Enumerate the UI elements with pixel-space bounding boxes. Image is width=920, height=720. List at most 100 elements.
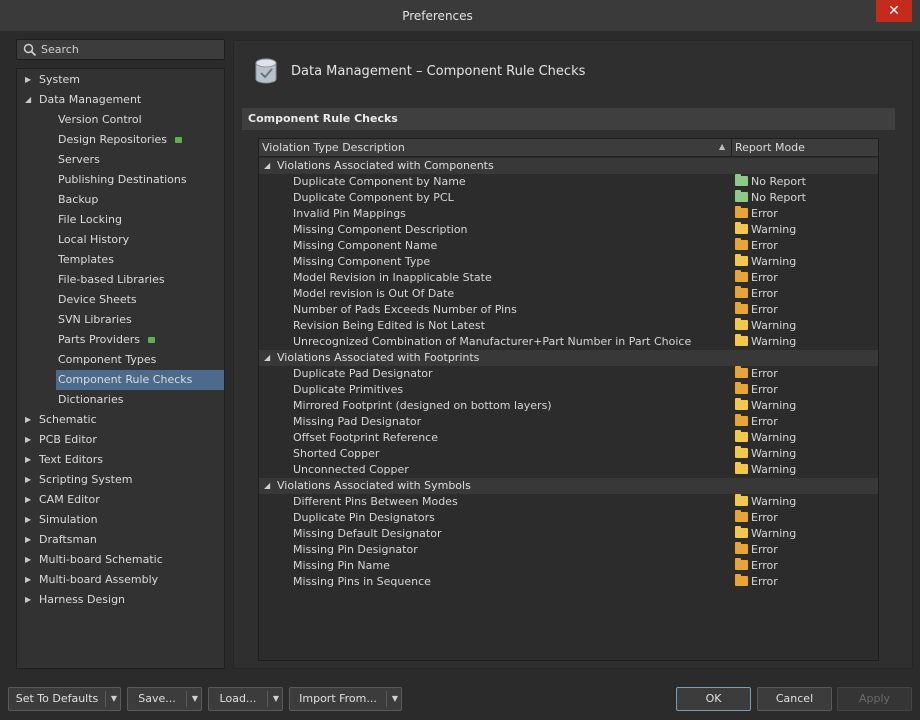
tree-item[interactable]: ▶ Schematic (17, 410, 224, 430)
rule-row[interactable]: Missing Pin Designator Error (259, 542, 878, 558)
rule-row[interactable]: Unrecognized Combination of Manufacturer… (259, 334, 878, 350)
column-header-description[interactable]: Violation Type Description (262, 141, 405, 154)
tree-item[interactable]: ▶ Draftsman (17, 530, 224, 550)
rule-row[interactable]: Unconnected Copper Warning (259, 462, 878, 478)
tree-item[interactable]: Templates (56, 250, 224, 270)
tree-item[interactable]: File Locking (56, 210, 224, 230)
rule-row[interactable]: Duplicate Pad Designator Error (259, 366, 878, 382)
tree-item[interactable]: ◢ Data Management (17, 90, 224, 110)
set-to-defaults-button[interactable]: Set To Defaults ▼ (8, 687, 121, 711)
group-row[interactable]: ◢ Violations Associated with Footprints (259, 350, 878, 366)
report-mode-cell[interactable]: Error (735, 382, 778, 398)
rule-row[interactable]: Invalid Pin Mappings Error (259, 206, 878, 222)
tree-item[interactable]: Version Control (56, 110, 224, 130)
search-input[interactable]: Search (16, 39, 225, 60)
report-mode-cell[interactable]: No Report (735, 190, 806, 206)
report-mode-cell[interactable]: Error (735, 302, 778, 318)
report-mode-cell[interactable]: Warning (735, 494, 796, 510)
rule-row[interactable]: Missing Component Name Error (259, 238, 878, 254)
report-mode-cell[interactable]: Error (735, 366, 778, 382)
expand-arrow-icon[interactable]: ▶ (25, 470, 35, 490)
chevron-down-icon[interactable]: ▼ (188, 688, 202, 710)
tree-item[interactable]: Design Repositories (56, 130, 224, 150)
report-mode-cell[interactable]: Error (735, 414, 778, 430)
tree-item[interactable]: ▶ PCB Editor (17, 430, 224, 450)
tree-item[interactable]: File-based Libraries (56, 270, 224, 290)
ok-button[interactable]: OK (676, 687, 751, 711)
load-button[interactable]: Load... ▼ (208, 687, 283, 711)
column-header-mode[interactable]: Report Mode (735, 141, 805, 154)
rule-row[interactable]: Missing Pin Name Error (259, 558, 878, 574)
report-mode-cell[interactable]: Error (735, 206, 778, 222)
rule-checks-grid[interactable]: Violation Type Description ▲ Report Mode… (258, 138, 879, 661)
chevron-down-icon[interactable]: ▼ (107, 688, 121, 710)
cancel-button[interactable]: Cancel (757, 687, 832, 711)
report-mode-cell[interactable]: Error (735, 574, 778, 590)
group-row[interactable]: ◢ Violations Associated with Components (259, 158, 878, 174)
expand-arrow-icon[interactable]: ▶ (25, 490, 35, 510)
rule-row[interactable]: Shorted Copper Warning (259, 446, 878, 462)
column-divider[interactable] (731, 139, 732, 157)
expand-arrow-icon[interactable]: ▶ (25, 550, 35, 570)
expand-arrow-icon[interactable]: ▶ (25, 430, 35, 450)
report-mode-cell[interactable]: Error (735, 270, 778, 286)
tree-item[interactable]: Servers (56, 150, 224, 170)
tree-item[interactable]: ▶ Multi-board Schematic (17, 550, 224, 570)
tree-item[interactable]: ▶ Simulation (17, 510, 224, 530)
rule-row[interactable]: Duplicate Component by Name No Report (259, 174, 878, 190)
tree-item[interactable]: Device Sheets (56, 290, 224, 310)
collapse-arrow-icon[interactable]: ◢ (25, 90, 35, 110)
rule-row[interactable]: Duplicate Primitives Error (259, 382, 878, 398)
expand-arrow-icon[interactable]: ▶ (25, 70, 35, 90)
close-icon[interactable]: ✕ (876, 0, 912, 22)
rule-row[interactable]: Duplicate Component by PCL No Report (259, 190, 878, 206)
rule-row[interactable]: Number of Pads Exceeds Number of Pins Err… (259, 302, 878, 318)
rule-row[interactable]: Revision Being Edited is Not Latest Warni… (259, 318, 878, 334)
expand-arrow-icon[interactable]: ▶ (25, 450, 35, 470)
report-mode-cell[interactable]: Warning (735, 254, 796, 270)
collapse-arrow-icon[interactable]: ◢ (264, 478, 270, 494)
rule-row[interactable]: Missing Component Type Warning (259, 254, 878, 270)
tree-item[interactable]: ▶ Text Editors (17, 450, 224, 470)
expand-arrow-icon[interactable]: ▶ (25, 410, 35, 430)
report-mode-cell[interactable]: Warning (735, 446, 796, 462)
apply-button[interactable]: Apply (837, 687, 912, 711)
rule-row[interactable]: Model Revision in Inapplicable State Erro… (259, 270, 878, 286)
report-mode-cell[interactable]: Error (735, 238, 778, 254)
collapse-arrow-icon[interactable]: ◢ (264, 350, 270, 366)
preferences-tree[interactable]: ▶ System ◢ Data Management Version Control De… (16, 68, 225, 669)
tree-item[interactable]: Publishing Destinations (56, 170, 224, 190)
report-mode-cell[interactable]: Error (735, 558, 778, 574)
rule-row[interactable]: Model revision is Out Of Date Error (259, 286, 878, 302)
report-mode-cell[interactable]: No Report (735, 174, 806, 190)
report-mode-cell[interactable]: Warning (735, 398, 796, 414)
report-mode-cell[interactable]: Warning (735, 334, 796, 350)
group-row[interactable]: ◢ Violations Associated with Symbols (259, 478, 878, 494)
rule-row[interactable]: Offset Footprint Reference Warning (259, 430, 878, 446)
tree-item[interactable]: ▶ CAM Editor (17, 490, 224, 510)
rule-row[interactable]: Missing Pad Designator Error (259, 414, 878, 430)
expand-arrow-icon[interactable]: ▶ (25, 590, 35, 610)
tree-item[interactable]: ▶ Scripting System (17, 470, 224, 490)
rule-row[interactable]: Missing Pins in Sequence Error (259, 574, 878, 590)
rule-row[interactable]: Different Pins Between Modes Warning (259, 494, 878, 510)
expand-arrow-icon[interactable]: ▶ (25, 570, 35, 590)
tree-item[interactable]: SVN Libraries (56, 310, 224, 330)
rule-row[interactable]: Missing Component Description Warning (259, 222, 878, 238)
tree-item[interactable]: ▶ Multi-board Assembly (17, 570, 224, 590)
save-button[interactable]: Save... ▼ (127, 687, 202, 711)
report-mode-cell[interactable]: Error (735, 542, 778, 558)
report-mode-cell[interactable]: Warning (735, 462, 796, 478)
rule-row[interactable]: Missing Default Designator Warning (259, 526, 878, 542)
rule-row[interactable]: Duplicate Pin Designators Error (259, 510, 878, 526)
report-mode-cell[interactable]: Warning (735, 430, 796, 446)
report-mode-cell[interactable]: Error (735, 510, 778, 526)
collapse-arrow-icon[interactable]: ◢ (264, 158, 270, 174)
tree-item[interactable]: Parts Providers (56, 330, 224, 350)
tree-item[interactable]: ▶ Harness Design (17, 590, 224, 610)
tree-item[interactable]: Component Types (56, 350, 224, 370)
report-mode-cell[interactable]: Error (735, 286, 778, 302)
expand-arrow-icon[interactable]: ▶ (25, 530, 35, 550)
report-mode-cell[interactable]: Warning (735, 318, 796, 334)
tree-item[interactable]: Dictionaries (56, 390, 224, 410)
